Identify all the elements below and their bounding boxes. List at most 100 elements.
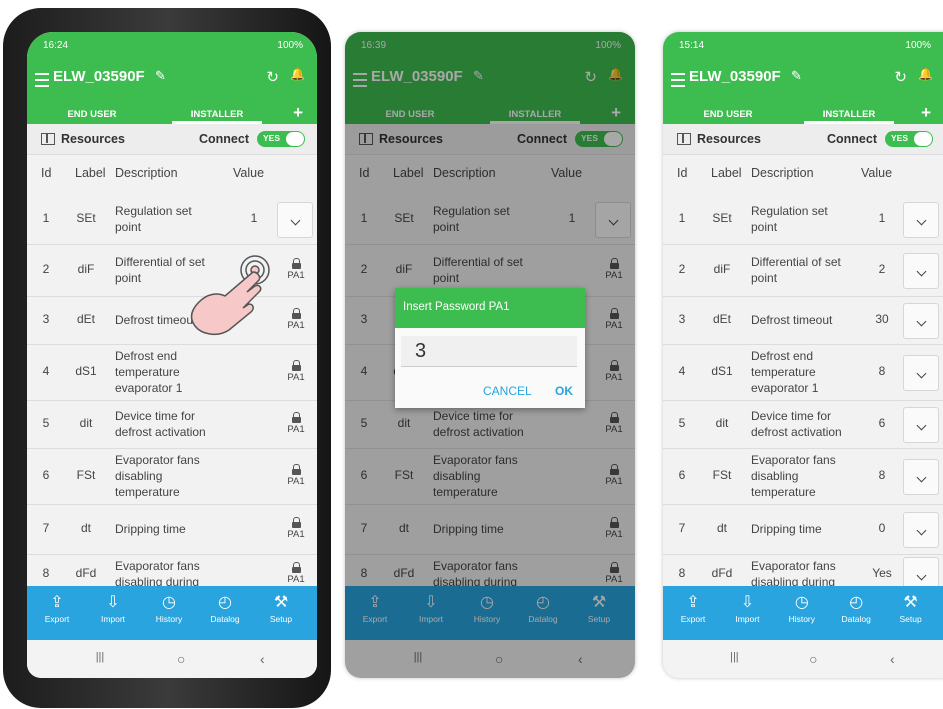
- row-value: 8: [878, 364, 886, 378]
- row-id: 6: [42, 468, 50, 482]
- tab-installer[interactable]: INSTALLER: [172, 109, 262, 120]
- table-row: 4 dS1 Defrost end temperature evaporator 1 PA…: [27, 344, 317, 401]
- table-row: 8 dFd Evaporator fans disabling during PA1: [27, 554, 317, 586]
- connect-label: Connect: [827, 132, 877, 146]
- bell-icon[interactable]: 🔔: [918, 67, 933, 81]
- value-dropdown[interactable]: [903, 459, 939, 495]
- description-line: defrost activation: [115, 425, 206, 439]
- description-line: temperature: [115, 365, 180, 379]
- value-dropdown[interactable]: [903, 303, 939, 339]
- status-time: 16:24: [43, 40, 69, 51]
- description-line: Regulation set: [115, 204, 192, 218]
- resources-label[interactable]: Resources: [697, 132, 761, 146]
- hamburger-icon[interactable]: [35, 73, 49, 87]
- row-label: diF: [77, 262, 95, 276]
- add-tab-button[interactable]: +: [921, 103, 931, 123]
- chevron-down-icon: [916, 215, 926, 226]
- column-header-label: Label: [75, 166, 106, 180]
- battery-level: 100%: [277, 40, 303, 51]
- row-description: Defrost timeout: [751, 312, 856, 328]
- pencil-icon[interactable]: ✎: [155, 68, 166, 84]
- value-dropdown[interactable]: [903, 512, 939, 548]
- home-button[interactable]: ○: [798, 651, 828, 667]
- export-label: Export: [680, 614, 706, 624]
- app-bar: ELW_03590F ✎ ↻ 🔔: [27, 56, 317, 98]
- refresh-icon[interactable]: ↻: [266, 68, 279, 86]
- lock-icon[interactable]: PA1: [281, 562, 311, 585]
- description-line: evaporator 1: [115, 381, 183, 395]
- tab-end-user[interactable]: END USER: [47, 109, 137, 120]
- description-line: temperature: [115, 485, 180, 499]
- resources-bar: Resources Connect YES: [27, 124, 317, 155]
- datalog-button[interactable]: ◴ Datalog: [831, 592, 881, 624]
- description-line: Defrost end: [115, 349, 178, 363]
- export-button[interactable]: ⇪ Export: [668, 592, 718, 624]
- setup-button[interactable]: ⚒ Setup: [256, 592, 306, 624]
- lock-icon[interactable]: PA1: [281, 412, 311, 435]
- hamburger-icon[interactable]: [671, 73, 685, 87]
- import-button[interactable]: ⇩ Import: [722, 592, 772, 624]
- import-label: Import: [100, 614, 126, 624]
- tab-end-user[interactable]: END USER: [683, 109, 773, 120]
- cancel-button[interactable]: CANCEL: [483, 384, 532, 398]
- bell-icon[interactable]: 🔔: [290, 67, 305, 81]
- table-row: 7 dt Dripping time PA1: [27, 504, 317, 555]
- home-button[interactable]: ○: [166, 651, 196, 667]
- row-description: Device time for defrost activation: [751, 408, 856, 440]
- setup-button[interactable]: ⚒ Setup: [886, 592, 936, 624]
- row-label: dS1: [75, 364, 97, 378]
- lock-body: [291, 522, 301, 528]
- resources-bar: Resources Connect YES: [663, 124, 943, 155]
- chevron-down-icon: [916, 472, 926, 483]
- description-line: defrost activation: [751, 425, 842, 439]
- description-line: disabling: [751, 469, 799, 483]
- resources-icon[interactable]: [41, 133, 55, 145]
- ok-button[interactable]: OK: [555, 384, 573, 398]
- connect-toggle[interactable]: YES: [885, 131, 933, 147]
- row-label: dFd: [711, 566, 733, 580]
- description-line: Dripping time: [115, 522, 186, 536]
- back-button[interactable]: ‹: [877, 651, 907, 667]
- lock-icon[interactable]: PA1: [281, 464, 311, 487]
- lock-icon[interactable]: PA1: [281, 360, 311, 383]
- password-input[interactable]: 3: [401, 336, 577, 367]
- clock-icon: ◷: [162, 594, 176, 611]
- value-dropdown[interactable]: [903, 355, 939, 391]
- datalog-button[interactable]: ◴ Datalog: [200, 592, 250, 624]
- lock-label: PA1: [287, 574, 305, 585]
- description-line: disabling during: [751, 575, 836, 586]
- connect-toggle[interactable]: YES: [257, 131, 305, 147]
- datalog-label: Datalog: [841, 614, 871, 624]
- value-dropdown[interactable]: [903, 202, 939, 238]
- import-button[interactable]: ⇩ Import: [88, 592, 138, 624]
- row-value: 1: [250, 211, 258, 225]
- value-dropdown[interactable]: [903, 407, 939, 443]
- resources-label[interactable]: Resources: [61, 132, 125, 146]
- row-label: dt: [80, 521, 91, 535]
- recent-apps-button[interactable]: |||: [85, 651, 115, 663]
- refresh-icon[interactable]: ↻: [894, 68, 907, 86]
- value-dropdown[interactable]: [903, 253, 939, 289]
- row-id: 6: [678, 468, 686, 482]
- connect-label: Connect: [199, 132, 249, 146]
- add-tab-button[interactable]: +: [293, 103, 303, 123]
- recent-apps-button[interactable]: |||: [719, 651, 749, 663]
- history-button[interactable]: ◷ History: [144, 592, 194, 624]
- pencil-icon[interactable]: ✎: [791, 68, 802, 84]
- back-button[interactable]: ‹: [247, 651, 277, 667]
- lock-icon[interactable]: PA1: [281, 517, 311, 540]
- battery-level: 100%: [905, 40, 931, 51]
- table-row: 1 SEt Regulation set point 1: [663, 194, 943, 245]
- resources-icon[interactable]: [677, 133, 691, 145]
- history-button[interactable]: ◷ History: [777, 592, 827, 624]
- toggle-label: YES: [891, 133, 909, 143]
- value-dropdown[interactable]: [903, 557, 939, 586]
- row-label: diF: [713, 262, 731, 276]
- value-dropdown[interactable]: [277, 202, 313, 238]
- export-button[interactable]: ⇪ Export: [32, 592, 82, 624]
- row-id: 2: [678, 262, 686, 276]
- tab-installer[interactable]: INSTALLER: [804, 109, 894, 120]
- tools-icon: ⚒: [903, 594, 918, 611]
- timer-icon: ◴: [849, 594, 864, 611]
- row-id: 7: [678, 521, 686, 535]
